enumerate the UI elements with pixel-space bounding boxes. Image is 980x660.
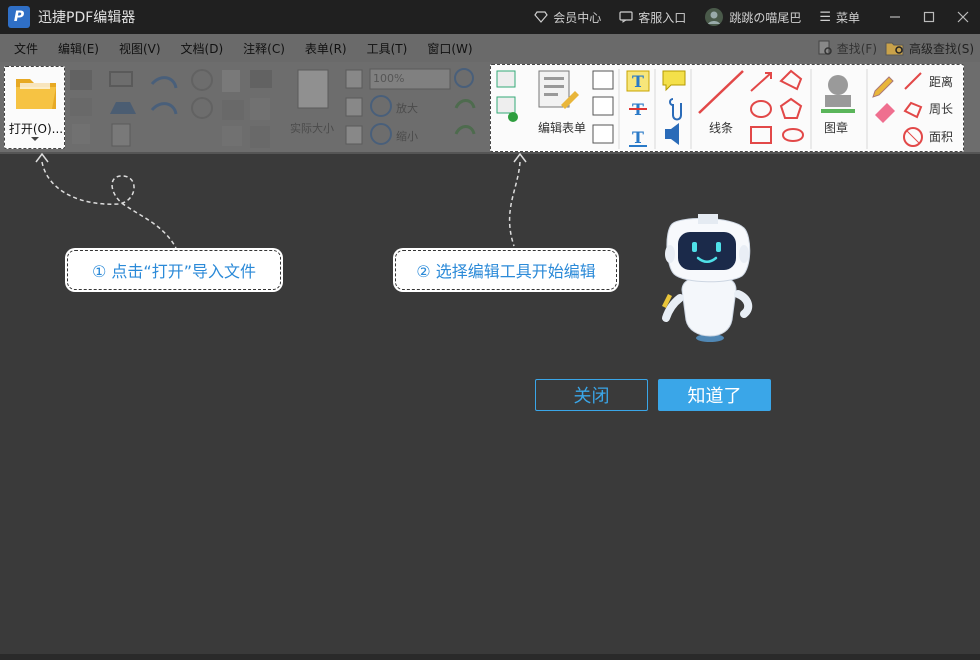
got-it-button[interactable]: 知道了	[658, 379, 771, 411]
status-bar	[0, 654, 980, 660]
close-guide-button[interactable]: 关闭	[535, 379, 648, 411]
app-window: P 迅捷PDF编辑器 会员中心 客服入口 跳跳の喵尾巴 ☰ 菜单 文件 编辑(E…	[0, 0, 980, 660]
guide-arrows	[35, 152, 527, 249]
guide-step-1: ① 点击“打开”导入文件	[67, 250, 281, 290]
robot-mascot-icon	[662, 214, 753, 342]
guide-step-2: ② 选择编辑工具开始编辑	[395, 250, 617, 290]
